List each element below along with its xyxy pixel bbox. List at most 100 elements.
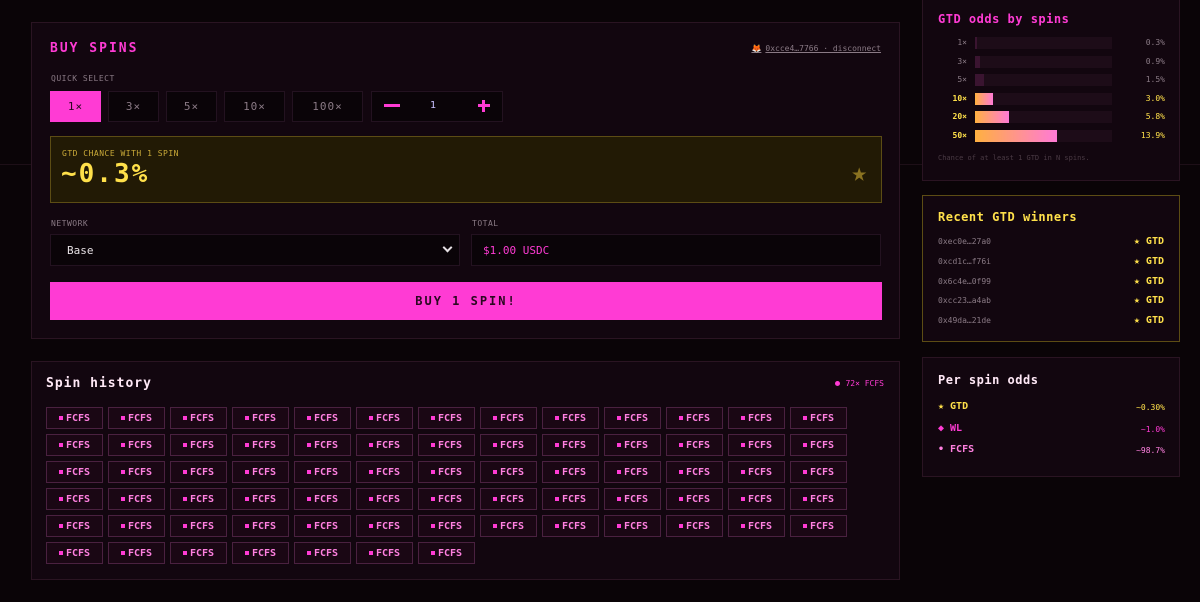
square-icon bbox=[182, 416, 187, 420]
spin-history-chip: FCFS bbox=[294, 434, 351, 456]
buy-spins-panel: BUY SPINS 🦊 0xcce4…7766 · disconnect QUIC… bbox=[31, 22, 900, 339]
square-icon bbox=[368, 470, 373, 474]
chip-label: FCFS bbox=[251, 520, 277, 532]
square-icon bbox=[740, 443, 745, 447]
per-spin-value: ~1.0% bbox=[1140, 424, 1165, 434]
odds-bar-track bbox=[975, 92, 1112, 105]
winner-row: 0x6c4e…0f99 ★ GTD bbox=[938, 276, 1166, 288]
spin-history-chip: FCFS bbox=[604, 461, 661, 483]
network-select[interactable]: Base bbox=[50, 234, 460, 266]
per-spin-tier: ★ GTD bbox=[938, 401, 969, 412]
spin-history-chip: FCFS bbox=[356, 434, 413, 456]
square-icon bbox=[554, 497, 559, 501]
quick-select-100x[interactable]: 100× bbox=[292, 91, 363, 122]
square-icon bbox=[368, 497, 373, 501]
odds-bar-track bbox=[975, 55, 1112, 68]
square-icon bbox=[58, 470, 63, 474]
spin-history-chip: FCFS bbox=[604, 488, 661, 510]
spin-history-chip: FCFS bbox=[356, 461, 413, 483]
per-spin-row: ★ GTD ~0.30% bbox=[938, 401, 1166, 415]
spin-history-chip: FCFS bbox=[46, 407, 103, 429]
spin-history-chip: FCFS bbox=[728, 434, 785, 456]
chip-label: FCFS bbox=[561, 412, 587, 424]
spin-history-chip: FCFS bbox=[418, 488, 475, 510]
square-icon bbox=[368, 416, 373, 420]
spin-history-chip: FCFS bbox=[170, 488, 227, 510]
spin-history-chip: FCFS bbox=[108, 461, 165, 483]
spin-history-chip: FCFS bbox=[666, 515, 723, 537]
chip-label: FCFS bbox=[65, 547, 91, 559]
chip-label: FCFS bbox=[437, 439, 463, 451]
spin-history-chip: FCFS bbox=[170, 407, 227, 429]
square-icon bbox=[430, 443, 435, 447]
wallet-address: 0xcce4…7766 · disconnect bbox=[765, 44, 881, 53]
quantity-input[interactable]: 1 bbox=[418, 100, 448, 111]
wallet-fox-icon: 🦊 bbox=[751, 44, 762, 53]
square-icon bbox=[120, 551, 125, 555]
spin-history-chip: FCFS bbox=[170, 434, 227, 456]
square-icon bbox=[244, 416, 249, 420]
spin-history-chip: FCFS bbox=[232, 515, 289, 537]
square-icon bbox=[430, 416, 435, 420]
square-icon bbox=[182, 470, 187, 474]
quick-select-5x[interactable]: 5× bbox=[166, 91, 217, 122]
square-icon bbox=[368, 524, 373, 528]
spin-history-chip: FCFS bbox=[294, 461, 351, 483]
square-icon bbox=[244, 524, 249, 528]
spin-history-chip: FCFS bbox=[294, 515, 351, 537]
chip-label: FCFS bbox=[313, 493, 339, 505]
spin-history-chip: FCFS bbox=[790, 407, 847, 429]
total-label: TOTAL bbox=[472, 219, 499, 228]
odds-row-label: 20× bbox=[952, 112, 967, 122]
wallet-disconnect-link[interactable]: 🦊 0xcce4…7766 · disconnect bbox=[751, 44, 881, 53]
spin-history-chip: FCFS bbox=[790, 488, 847, 510]
square-icon bbox=[306, 524, 311, 528]
square-icon bbox=[678, 470, 683, 474]
chip-label: FCFS bbox=[747, 466, 773, 478]
odds-row-pct: 0.3% bbox=[1145, 38, 1165, 47]
chip-label: FCFS bbox=[499, 439, 525, 451]
spin-history-chip: FCFS bbox=[232, 434, 289, 456]
chip-label: FCFS bbox=[437, 493, 463, 505]
spin-history-chip: FCFS bbox=[480, 515, 537, 537]
chip-label: FCFS bbox=[313, 520, 339, 532]
spin-history-chip: FCFS bbox=[418, 407, 475, 429]
increment-button[interactable] bbox=[478, 100, 490, 112]
square-icon bbox=[306, 470, 311, 474]
gtd-chance-box: GTD CHANCE WITH 1 SPIN ~0.3% ★ bbox=[50, 136, 882, 203]
quick-select-1x[interactable]: 1× bbox=[50, 91, 101, 122]
square-icon bbox=[120, 497, 125, 501]
winner-row: 0x49da…21de ★ GTD bbox=[938, 315, 1166, 327]
quick-select-10x[interactable]: 10× bbox=[224, 91, 285, 122]
spin-history-chip: FCFS bbox=[356, 542, 413, 564]
quick-select-3x[interactable]: 3× bbox=[108, 91, 159, 122]
chip-label: FCFS bbox=[809, 466, 835, 478]
chip-label: FCFS bbox=[561, 439, 587, 451]
chip-label: FCFS bbox=[685, 439, 711, 451]
spin-history-chip: FCFS bbox=[232, 407, 289, 429]
buy-spin-button[interactable]: BUY 1 SPIN! bbox=[50, 282, 882, 320]
chip-label: FCFS bbox=[747, 520, 773, 532]
square-icon bbox=[802, 470, 807, 474]
spin-history-chip: FCFS bbox=[418, 434, 475, 456]
chip-label: FCFS bbox=[437, 520, 463, 532]
chip-label: FCFS bbox=[747, 412, 773, 424]
chip-label: FCFS bbox=[127, 493, 153, 505]
decrement-button[interactable] bbox=[384, 98, 400, 114]
spin-history-chip: FCFS bbox=[108, 407, 165, 429]
odds-row: 10× 3.0% bbox=[923, 92, 1181, 105]
chip-label: FCFS bbox=[685, 412, 711, 424]
square-icon bbox=[740, 524, 745, 528]
spin-history-chip: FCFS bbox=[356, 407, 413, 429]
square-icon bbox=[430, 470, 435, 474]
quick-select-label: QUICK SELECT bbox=[51, 74, 115, 83]
square-icon bbox=[554, 416, 559, 420]
chip-label: FCFS bbox=[65, 520, 91, 532]
square-icon bbox=[120, 443, 125, 447]
odds-bar-track bbox=[975, 74, 1112, 87]
chip-label: FCFS bbox=[437, 547, 463, 559]
spin-count-badge: 72× FCFS bbox=[835, 379, 884, 388]
odds-bar-fill bbox=[975, 92, 993, 105]
odds-row-label: 50× bbox=[952, 131, 967, 140]
gtd-chance-value: ~0.3% bbox=[61, 159, 150, 189]
